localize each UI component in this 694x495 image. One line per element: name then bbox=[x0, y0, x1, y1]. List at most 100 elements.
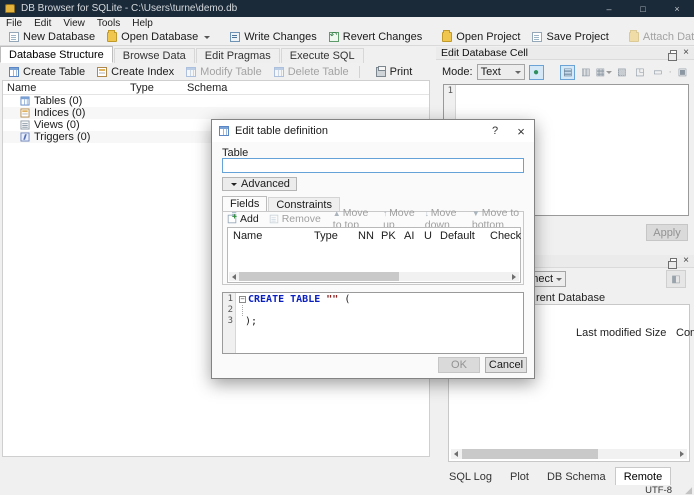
maximize-button[interactable]: □ bbox=[626, 0, 660, 17]
tree-column-type[interactable]: Type bbox=[126, 81, 183, 94]
fold-marker-icon[interactable]: − bbox=[239, 296, 246, 303]
scroll-right-icon[interactable] bbox=[677, 449, 687, 459]
help-button[interactable]: ? bbox=[482, 121, 508, 141]
save-cell-icon[interactable]: ◳ bbox=[632, 65, 647, 80]
remote-col-last-modified[interactable]: Last modified bbox=[576, 327, 641, 339]
tab-db-schema[interactable]: DB Schema bbox=[538, 469, 615, 485]
table-name-input[interactable] bbox=[222, 158, 524, 173]
scrollbar-thumb[interactable] bbox=[239, 272, 399, 281]
write-changes-button[interactable]: Write Changes bbox=[224, 30, 323, 45]
grid-col-default[interactable]: Default bbox=[440, 230, 475, 242]
encoding-indicator[interactable]: UTF-8 bbox=[645, 485, 672, 495]
tree-item-tables[interactable]: Tables (0) bbox=[3, 95, 429, 107]
import-cell-icon[interactable]: ▦ bbox=[596, 65, 613, 80]
add-field-button[interactable]: Add bbox=[227, 212, 259, 225]
grid-horizontal-scrollbar[interactable] bbox=[229, 272, 519, 281]
grid-col-pk[interactable]: PK bbox=[381, 230, 396, 242]
tab-database-structure[interactable]: Database Structure bbox=[0, 46, 113, 63]
move-up-icon: ↑ bbox=[383, 209, 388, 218]
tree-header: Name Type Schema bbox=[3, 81, 429, 95]
cancel-button[interactable]: Cancel bbox=[485, 357, 527, 373]
close-panel-icon[interactable]: × bbox=[683, 256, 689, 266]
resize-grip[interactable]: ◢ bbox=[685, 485, 692, 495]
grid-col-name[interactable]: Name bbox=[233, 230, 262, 242]
tree-column-schema[interactable]: Schema bbox=[183, 81, 231, 94]
tab-edit-pragmas[interactable]: Edit Pragmas bbox=[195, 48, 280, 63]
minimize-button[interactable]: – bbox=[592, 0, 626, 17]
index-icon bbox=[20, 108, 30, 118]
modify-table-button: Modify Table bbox=[180, 64, 268, 79]
delete-table-button: Delete Table bbox=[268, 64, 355, 79]
grid-col-nn[interactable]: NN bbox=[358, 230, 374, 242]
remove-icon bbox=[269, 214, 278, 224]
float-panel-icon[interactable] bbox=[668, 258, 678, 269]
menu-help[interactable]: Help bbox=[126, 17, 159, 29]
grid-col-ai[interactable]: AI bbox=[404, 230, 414, 242]
export-cell-icon[interactable]: ▧ bbox=[614, 65, 629, 80]
scroll-left-icon[interactable] bbox=[451, 449, 461, 459]
move-bottom-icon: ▼ bbox=[471, 209, 480, 218]
binary-mode-icon[interactable]: ▥ bbox=[578, 65, 593, 80]
float-panel-icon[interactable] bbox=[668, 50, 678, 61]
fields-grid[interactable]: Name Type NN PK AI U Default Check bbox=[227, 227, 521, 283]
edit-cell-dock-header: Edit Database Cell × bbox=[436, 47, 694, 61]
tab-sql-log[interactable]: SQL Log bbox=[440, 469, 501, 485]
menu-edit[interactable]: Edit bbox=[28, 17, 57, 29]
create-table-button[interactable]: Create Table bbox=[3, 64, 91, 79]
revert-changes-button[interactable]: Revert Changes bbox=[323, 30, 429, 45]
scroll-left-icon[interactable] bbox=[229, 272, 239, 281]
open-project-button[interactable]: Open Project bbox=[436, 30, 526, 45]
create-index-icon bbox=[97, 66, 108, 77]
auto-detect-toggle[interactable]: ● bbox=[528, 64, 544, 80]
create-index-button[interactable]: Create Index bbox=[91, 64, 180, 79]
new-database-button[interactable]: New Database bbox=[3, 30, 101, 45]
tab-execute-sql[interactable]: Execute SQL bbox=[280, 48, 364, 63]
sql-gutter: 1 2 3 bbox=[223, 293, 236, 353]
scrollbar-thumb[interactable] bbox=[462, 449, 598, 459]
tree-column-name[interactable]: Name bbox=[3, 81, 126, 94]
menu-file[interactable]: File bbox=[0, 17, 28, 29]
fields-pane: Add Remove ▲Move to top ↑Move up ↓Move d… bbox=[222, 207, 524, 285]
scroll-right-icon[interactable] bbox=[509, 272, 519, 281]
dialog-close-button[interactable]: × bbox=[508, 121, 534, 141]
tree-item-indices[interactable]: Indices (0) bbox=[3, 107, 429, 119]
edit-cell-dock-title: Edit Database Cell bbox=[441, 47, 528, 59]
mode-label: Mode: bbox=[442, 66, 473, 78]
current-database-tab[interactable]: rent Database bbox=[536, 292, 605, 304]
dialog-titlebar[interactable]: Edit table definition ? × bbox=[212, 120, 534, 142]
tab-remote[interactable]: Remote bbox=[614, 467, 672, 485]
dialog-title: Edit table definition bbox=[235, 125, 328, 137]
ok-button: OK bbox=[438, 357, 480, 373]
menu-tools[interactable]: Tools bbox=[91, 17, 126, 29]
mode-select[interactable]: Text bbox=[476, 64, 525, 80]
close-panel-icon[interactable]: × bbox=[683, 48, 689, 58]
grid-col-type[interactable]: Type bbox=[314, 230, 338, 242]
tab-constraints[interactable]: Constraints bbox=[268, 197, 340, 212]
status-bar: UTF-8 ◢ bbox=[0, 485, 694, 495]
move-down-icon: ↓ bbox=[424, 209, 429, 218]
fullscreen-icon[interactable]: ▭ bbox=[650, 65, 665, 80]
revert-changes-icon bbox=[328, 30, 339, 42]
remote-col-commit[interactable]: Comm bbox=[676, 327, 694, 339]
save-project-button[interactable]: Save Project bbox=[526, 30, 614, 45]
open-database-button[interactable]: Open Database bbox=[101, 30, 216, 45]
advanced-toggle-button[interactable]: Advanced bbox=[222, 177, 297, 191]
attach-database-button: Attach Database bbox=[623, 30, 694, 45]
main-toolbar: New Database Open Database Write Changes… bbox=[0, 29, 694, 46]
grid-col-check[interactable]: Check bbox=[490, 230, 521, 242]
close-button[interactable]: × bbox=[660, 0, 694, 17]
text-mode-icon[interactable]: ▤ bbox=[560, 64, 576, 80]
tab-fields[interactable]: Fields bbox=[222, 196, 268, 212]
tab-plot[interactable]: Plot bbox=[501, 469, 538, 485]
tab-browse-data[interactable]: Browse Data bbox=[113, 48, 195, 63]
remote-settings-button[interactable]: ◧ bbox=[666, 270, 686, 288]
grid-col-u[interactable]: U bbox=[424, 230, 432, 242]
fields-tab-bar: Fields Constraints bbox=[222, 196, 341, 212]
print-cell-icon[interactable]: ▣ bbox=[675, 65, 690, 80]
print-button[interactable]: Print bbox=[370, 64, 419, 79]
remote-col-size[interactable]: Size bbox=[645, 327, 666, 339]
menu-view[interactable]: View bbox=[57, 17, 91, 29]
remote-horizontal-scrollbar[interactable] bbox=[451, 449, 687, 459]
main-tab-bar: Database Structure Browse Data Edit Prag… bbox=[0, 46, 434, 63]
move-top-icon: ▲ bbox=[332, 209, 341, 218]
